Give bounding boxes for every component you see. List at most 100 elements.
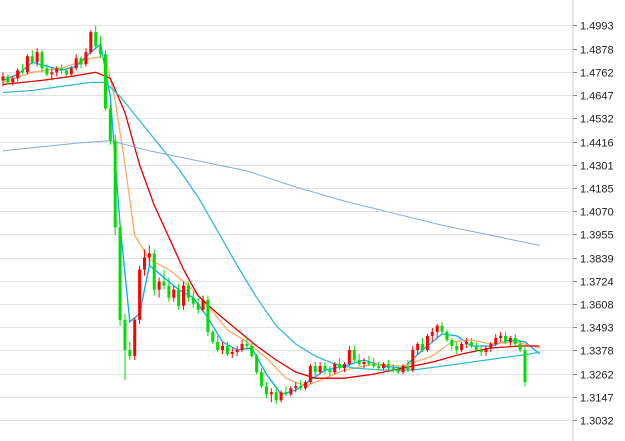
candle <box>182 281 186 310</box>
candle <box>108 104 112 145</box>
y-tick-label: 1.4070 <box>580 207 614 219</box>
candle-body <box>103 54 107 109</box>
candle-body <box>382 364 386 369</box>
candle <box>157 277 161 298</box>
candle <box>201 295 205 312</box>
candle-body <box>118 227 122 320</box>
candle-body <box>430 331 434 336</box>
candle-body <box>250 345 254 357</box>
candle-body <box>221 345 225 350</box>
candle <box>435 323 439 338</box>
candle-body <box>303 382 307 389</box>
candle <box>206 295 210 336</box>
candle-body <box>206 299 210 332</box>
candle <box>123 313 127 381</box>
candle <box>235 345 239 357</box>
candle-body <box>489 343 493 348</box>
candle-body <box>450 339 454 346</box>
candle-body <box>464 341 468 344</box>
y-tick-label: 1.3839 <box>580 254 614 266</box>
candle <box>196 297 200 314</box>
candle-body <box>64 70 68 75</box>
candle-body <box>377 366 381 369</box>
candle-body <box>240 343 244 350</box>
candle-body <box>279 392 283 401</box>
candle <box>172 285 176 302</box>
candle-body <box>69 68 73 75</box>
candle-body <box>147 253 151 258</box>
candle-body <box>177 289 181 306</box>
candle-body <box>499 335 503 338</box>
candle-body <box>396 370 400 373</box>
y-tick-label: 1.4762 <box>580 68 614 80</box>
candle <box>479 345 483 357</box>
candle <box>89 30 93 55</box>
candle <box>513 333 517 346</box>
candle <box>94 26 98 49</box>
candle <box>416 341 420 355</box>
y-axis: 1.4993 1.4878 1.4762 1.4647 1.4532 1.4416 1.43… <box>572 0 614 441</box>
candle-body <box>494 337 498 344</box>
candle-body <box>25 56 29 73</box>
y-tick-label: 1.3147 <box>580 393 614 405</box>
candle-body <box>74 58 78 69</box>
candle <box>421 337 425 352</box>
candle-body <box>123 319 127 350</box>
candle-body <box>474 345 478 350</box>
candle <box>284 386 288 397</box>
candle <box>152 249 156 296</box>
candle <box>523 345 527 387</box>
candle <box>25 54 29 75</box>
candle <box>440 321 444 334</box>
candle-body <box>421 343 425 350</box>
chart: 1.4993 1.4878 1.4762 1.4647 1.4532 1.4416 1.43… <box>0 0 625 441</box>
candle-body <box>357 360 361 365</box>
candle-body <box>16 70 20 79</box>
candle <box>508 335 512 346</box>
candle-body <box>425 335 429 350</box>
candle <box>323 362 327 375</box>
candle-body <box>196 303 200 310</box>
y-tick-label: 1.4532 <box>580 114 614 126</box>
candle-body <box>416 343 420 350</box>
candle <box>79 56 83 69</box>
candle-body <box>518 343 522 350</box>
candle-body <box>455 345 459 350</box>
candle-body <box>162 281 166 286</box>
y-tick-label: 1.4416 <box>580 138 614 150</box>
candle-body <box>245 343 249 346</box>
candle-body <box>342 364 346 369</box>
y-tick-label: 1.3378 <box>580 346 614 358</box>
candle <box>377 362 381 371</box>
candle <box>103 50 107 111</box>
candle <box>347 345 351 367</box>
candle <box>118 221 122 326</box>
candle-body <box>216 341 220 350</box>
candle-body <box>45 68 49 75</box>
candle-body <box>294 386 298 389</box>
candle <box>484 345 488 357</box>
candle <box>269 388 273 403</box>
candle-body <box>260 372 264 387</box>
candle-body <box>1 76 5 81</box>
candle-body <box>284 392 288 395</box>
candle-body <box>60 68 64 71</box>
candle <box>138 265 142 324</box>
candle-body <box>503 335 507 342</box>
moving-average-line-ma_cyan <box>2 81 540 371</box>
y-tick-label: 1.4301 <box>580 161 614 173</box>
y-tick-label: 1.4647 <box>580 91 614 103</box>
candle-body <box>133 319 137 357</box>
candle <box>133 317 137 361</box>
candle-body <box>211 331 215 342</box>
candles <box>1 26 527 405</box>
y-tick-label: 1.3955 <box>580 230 614 242</box>
candle <box>430 327 434 342</box>
candle <box>147 245 151 266</box>
candle-body <box>152 253 156 290</box>
candle-body <box>264 386 268 395</box>
candle <box>191 291 195 308</box>
moving-averages <box>2 43 541 395</box>
candle-body <box>225 345 229 355</box>
candle-body <box>30 56 34 63</box>
